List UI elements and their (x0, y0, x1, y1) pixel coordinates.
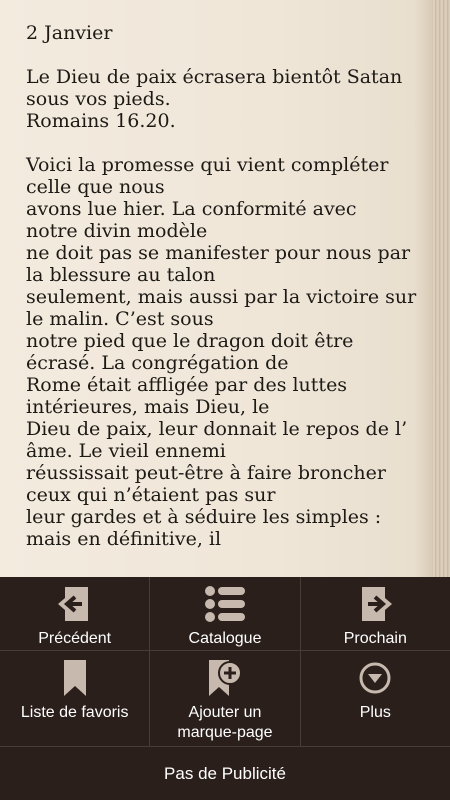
reader-text-line: Rome était affligée par des luttes (26, 374, 348, 396)
previous-button[interactable]: Précédent (0, 577, 151, 650)
add-bookmark-button[interactable]: Ajouter un marque-page (150, 651, 301, 746)
reader-text-line: leur gardes et à séduire les simples : (26, 506, 382, 528)
next-label: Prochain (343, 630, 407, 647)
bookmark-add-icon (207, 659, 243, 697)
menu-row-tools: Liste de favoris Ajouter un marque-page … (0, 651, 450, 747)
reader-text-line: réussissait peut-être à faire broncher (26, 462, 386, 484)
bottom-menu: Précédent Catalogue Prochain Liste de fa… (0, 577, 450, 800)
next-button[interactable]: Prochain (301, 577, 450, 650)
favorites-button[interactable]: Liste de favoris (0, 651, 151, 746)
reader-text-line: notre divin modèle (26, 220, 208, 242)
catalogue-label: Catalogue (188, 630, 262, 647)
chevron-down-circle-icon (358, 659, 392, 697)
reader-text-line: Dieu de paix, leur donnait le repos de l… (26, 418, 408, 440)
reader-text-line: intérieures, mais Dieu, le (26, 396, 270, 418)
page-arrow-right-icon (355, 585, 395, 623)
reader-text-line: notre pied que le dragon doit être (26, 330, 354, 352)
reader-text-line: le malin. C’est sous (26, 308, 214, 330)
favorites-label: Liste de favoris (20, 704, 129, 721)
catalogue-button[interactable]: Catalogue (150, 577, 301, 650)
reader-text-line: la blessure au talon (26, 264, 216, 286)
bookmark-icon (61, 659, 89, 697)
list-icon (204, 585, 246, 623)
reader-text-line: écrasé. La congrégation de (26, 352, 289, 374)
previous-label: Précédent (38, 630, 112, 647)
reader-blank-line (26, 44, 422, 66)
add-bookmark-label: Ajouter un marque-page (177, 704, 273, 741)
reader-date-heading: 2 Janvier (26, 22, 113, 44)
page-arrow-left-icon (55, 585, 95, 623)
menu-row-navigation: Précédent Catalogue Prochain (0, 577, 450, 651)
reader-text-line: sous vos pieds. (26, 88, 171, 110)
more-button[interactable]: Plus (301, 651, 450, 746)
reader-text-line: Le Dieu de paix écrasera bientôt Satan (26, 66, 403, 88)
reader-text-line: Romains 16.20. (26, 110, 176, 132)
reader-text-line: Voici la promesse qui vient compléter (26, 154, 389, 176)
reader-text-line: avons lue hier. La conformité avec (26, 198, 357, 220)
no-ads-label: Pas de Publicité (164, 763, 286, 783)
reader-text-line: ne doit pas se manifester pour nous par (26, 242, 411, 264)
reader-text-line: âme. Le vieil ennemi (26, 440, 226, 462)
reader-text-line: ceux qui n’étaient pas sur (26, 484, 276, 506)
reader-text: 2 Janvier Le Dieu de paix écrasera bientô… (26, 22, 422, 550)
reader-blank-line (26, 132, 422, 154)
reader-text-line: celle que nous (26, 176, 165, 198)
reader-text-line: mais en définitive, il (26, 528, 222, 550)
more-label: Plus (359, 704, 391, 721)
no-ads-button[interactable]: Pas de Publicité (0, 747, 450, 800)
reader-text-line: seulement, mais aussi par la victoire su… (26, 286, 417, 308)
